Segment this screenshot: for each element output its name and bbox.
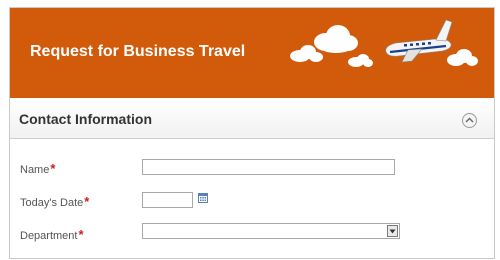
- collapse-button[interactable]: [462, 113, 477, 128]
- name-label: Name: [20, 164, 50, 176]
- name-label-row: Name*: [20, 161, 55, 176]
- department-label-row: Department*: [20, 227, 84, 242]
- chevron-up-icon: [465, 117, 474, 123]
- chevron-down-icon: [389, 229, 396, 234]
- department-label: Department: [20, 230, 78, 242]
- todays-date-label: Today's Date: [20, 197, 84, 209]
- required-mark: *: [50, 161, 56, 176]
- form-title: Request for Business Travel: [30, 43, 246, 60]
- date-label-row: Today's Date*: [20, 194, 89, 209]
- form-header: Request for Business Travel: [10, 8, 494, 98]
- calendar-icon[interactable]: [198, 193, 208, 203]
- department-select[interactable]: [142, 223, 400, 239]
- required-mark: *: [84, 194, 90, 209]
- airplane-clouds-icon: [290, 19, 478, 67]
- travel-request-form: Request for Business Travel: [9, 7, 495, 259]
- dropdown-button[interactable]: [387, 225, 398, 237]
- todays-date-input[interactable]: [142, 192, 193, 208]
- required-mark: *: [78, 227, 84, 242]
- section-title: Contact Information: [19, 111, 152, 127]
- name-input[interactable]: [142, 159, 395, 175]
